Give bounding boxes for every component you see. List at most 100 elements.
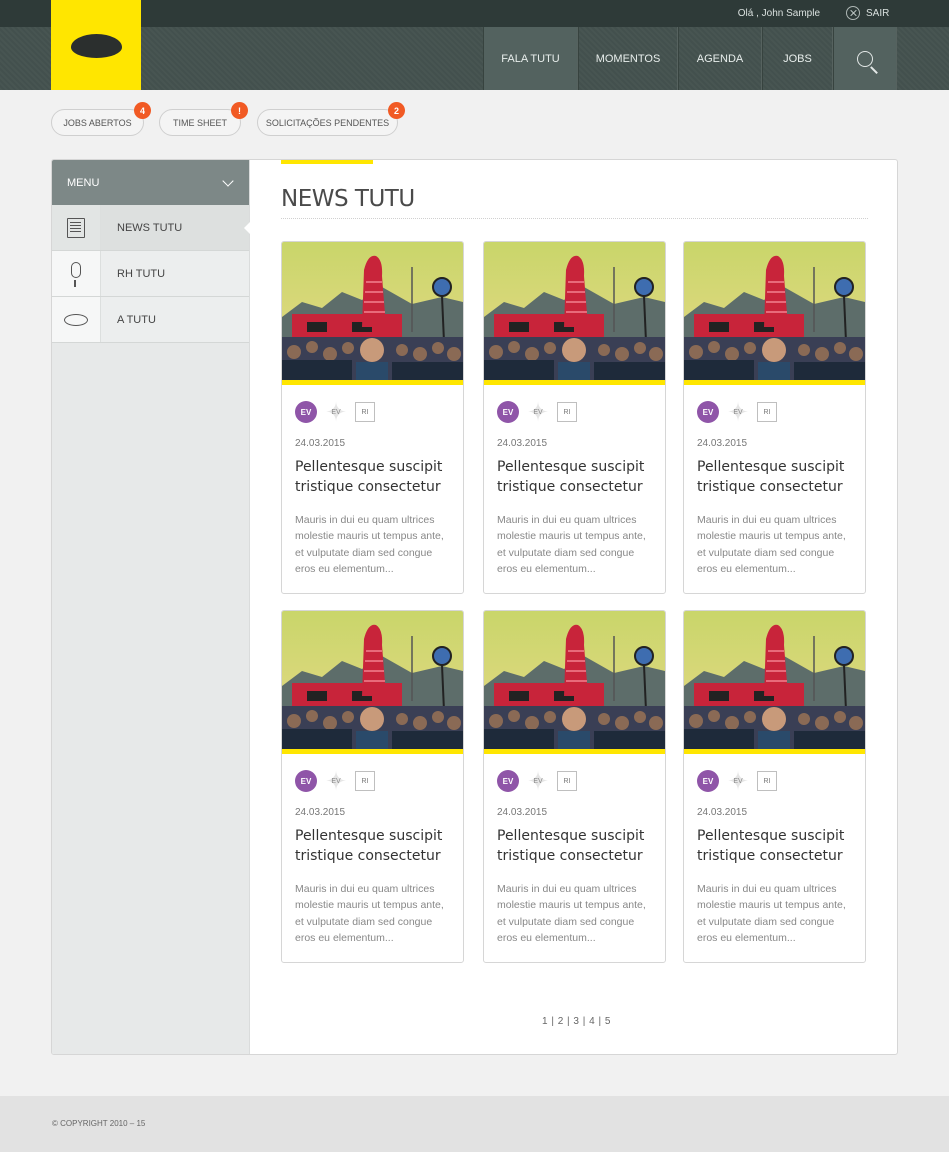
search-button[interactable] [833,27,897,90]
card-excerpt: Mauris in dui eu quam ultrices molestie … [497,883,646,944]
tag-ri[interactable]: RI [355,402,375,422]
tag-ri[interactable]: RI [557,771,577,791]
news-card-image[interactable] [282,242,463,385]
tag-ri[interactable]: RI [557,402,577,422]
page-title: NEWS TUTU [281,186,415,212]
pill-solicitacoes-pendentes[interactable]: SOLICITAÇÕES PENDENTES 2 [257,102,405,136]
logout-button[interactable]: SAIR [846,5,889,21]
news-card-image[interactable] [684,242,865,385]
card-tags: EV EV RI [497,401,577,423]
card-accent-stripe [484,749,665,754]
nav-fala-tutu-label: FALA TUTU [501,52,560,65]
sidebar-item-rh-tutu[interactable]: RH TUTU [52,251,249,297]
sidebar-item-label: RH TUTU [117,267,166,280]
nav-jobs-label: JOBS [783,52,812,65]
card-accent-stripe [282,749,463,754]
tag-ri[interactable]: RI [355,771,375,791]
card-excerpt: Mauris in dui eu quam ultrices molestie … [497,514,646,575]
tag-ev-star[interactable]: EV [527,770,549,792]
tag-ri[interactable]: RI [757,402,777,422]
card-title[interactable]: Pellentesque suscipit tristique consecte… [697,826,857,866]
logo-bean-icon [71,34,122,58]
logout-label: SAIR [866,7,890,19]
nav-momentos[interactable]: MOMENTOS [578,27,678,90]
title-divider [281,218,868,219]
card-tags: EV EV RI [697,770,777,792]
pill-time-sheet-label: TIME SHEET [172,117,227,128]
news-card[interactable]: EV EV RI 24.03.2015 Pellentesque suscipi… [483,241,666,594]
card-title[interactable]: Pellentesque suscipit tristique consecte… [295,457,455,497]
news-card[interactable]: EV EV RI 24.03.2015 Pellentesque suscipi… [281,241,464,594]
tag-ev-star[interactable]: EV [325,401,347,423]
card-tags: EV EV RI [497,770,577,792]
card-accent-stripe [684,749,865,754]
top-bar: Olá , John Sample SAIR [0,0,949,27]
pill-solicitacoes-badge: 2 [388,102,405,119]
sidebar-item-label: NEWS TUTU [117,221,183,234]
news-card-image[interactable] [484,611,665,754]
main-header: FALA TUTU MOMENTOS AGENDA JOBS [0,27,949,90]
menu-header-label: MENU [67,176,100,189]
main-nav: FALA TUTU MOMENTOS AGENDA JOBS [483,27,897,90]
copyright: © COPYRIGHT 2010 – 15 [52,1119,146,1128]
tag-ev-star[interactable]: EV [325,770,347,792]
nav-agenda[interactable]: AGENDA [678,27,762,90]
card-title[interactable]: Pellentesque suscipit tristique consecte… [497,457,657,497]
card-title[interactable]: Pellentesque suscipit tristique consecte… [497,826,657,866]
pill-jobs-abertos-label: JOBS ABERTOS [63,117,132,128]
chevron-down-icon [222,175,234,187]
tag-ev-badge[interactable]: EV [497,770,519,792]
card-accent-stripe [282,380,463,385]
news-card-image[interactable] [484,242,665,385]
tag-ev-star-label: EV [733,777,743,785]
card-excerpt: Mauris in dui eu quam ultrices molestie … [697,514,846,575]
main-panel: MENU NEWS TUTU RH TUTU A TUTU NEWS TUTU [51,159,898,1055]
card-title[interactable]: Pellentesque suscipit tristique consecte… [697,457,857,497]
tag-ev-star-label: EV [331,777,341,785]
pill-jobs-abertos[interactable]: JOBS ABERTOS 4 [51,102,151,136]
card-date: 24.03.2015 [697,438,748,449]
close-circle-icon [846,6,860,20]
pill-jobs-abertos-badge: 4 [134,102,151,119]
card-date: 24.03.2015 [295,438,346,449]
nav-momentos-label: MOMENTOS [595,52,661,65]
tag-ev-star[interactable]: EV [727,770,749,792]
sidebar-item-news-tutu[interactable]: NEWS TUTU [52,205,250,251]
card-date: 24.03.2015 [497,807,548,818]
tag-ev-badge[interactable]: EV [697,401,719,423]
card-date: 24.03.2015 [497,438,548,449]
news-card[interactable]: EV EV RI 24.03.2015 Pellentesque suscipi… [683,610,866,963]
news-card[interactable]: EV EV RI 24.03.2015 Pellentesque suscipi… [683,241,866,594]
news-card-image[interactable] [282,611,463,754]
logo[interactable] [51,0,141,90]
tag-ev-star-label: EV [533,777,543,785]
nav-jobs[interactable]: JOBS [762,27,833,90]
search-icon [857,50,873,67]
tag-ev-badge[interactable]: EV [295,770,317,792]
card-excerpt: Mauris in dui eu quam ultrices molestie … [295,883,444,944]
nav-fala-tutu[interactable]: FALA TUTU [483,27,578,90]
tag-ev-star[interactable]: EV [527,401,549,423]
news-card[interactable]: EV EV RI 24.03.2015 Pellentesque suscipi… [483,610,666,963]
menu-toggle[interactable]: MENU [52,160,249,205]
news-card-image[interactable] [684,611,865,754]
pill-time-sheet[interactable]: TIME SHEET ! [159,102,248,136]
tag-ri[interactable]: RI [757,771,777,791]
tag-ev-star-label: EV [733,408,743,416]
card-title[interactable]: Pellentesque suscipit tristique consecte… [295,826,455,866]
content-area: NEWS TUTU EV ✦ EV RI 24.03.2015 Pellente… [250,160,897,1054]
tag-ev-badge[interactable]: EV [697,770,719,792]
pill-time-sheet-badge: ! [231,102,248,119]
user-greeting: Olá , John Sample [737,8,820,19]
tag-ev-badge[interactable]: EV [497,401,519,423]
tag-ev-badge[interactable]: EV [295,401,317,423]
nav-agenda-label: AGENDA [696,52,744,65]
footer: © COPYRIGHT 2010 – 15 [0,1096,949,1152]
sidebar-item-a-tutu[interactable]: A TUTU [52,297,249,343]
news-card[interactable]: EV EV RI 24.03.2015 Pellentesque suscipi… [281,610,464,963]
pagination[interactable]: 1 | 2 | 3 | 4 | 5 [542,1016,611,1027]
card-date: 24.03.2015 [295,807,346,818]
card-tags: EV EV RI [295,401,375,423]
tag-ev-star[interactable]: EV [727,401,749,423]
sidebar-item-label: A TUTU [117,313,156,326]
